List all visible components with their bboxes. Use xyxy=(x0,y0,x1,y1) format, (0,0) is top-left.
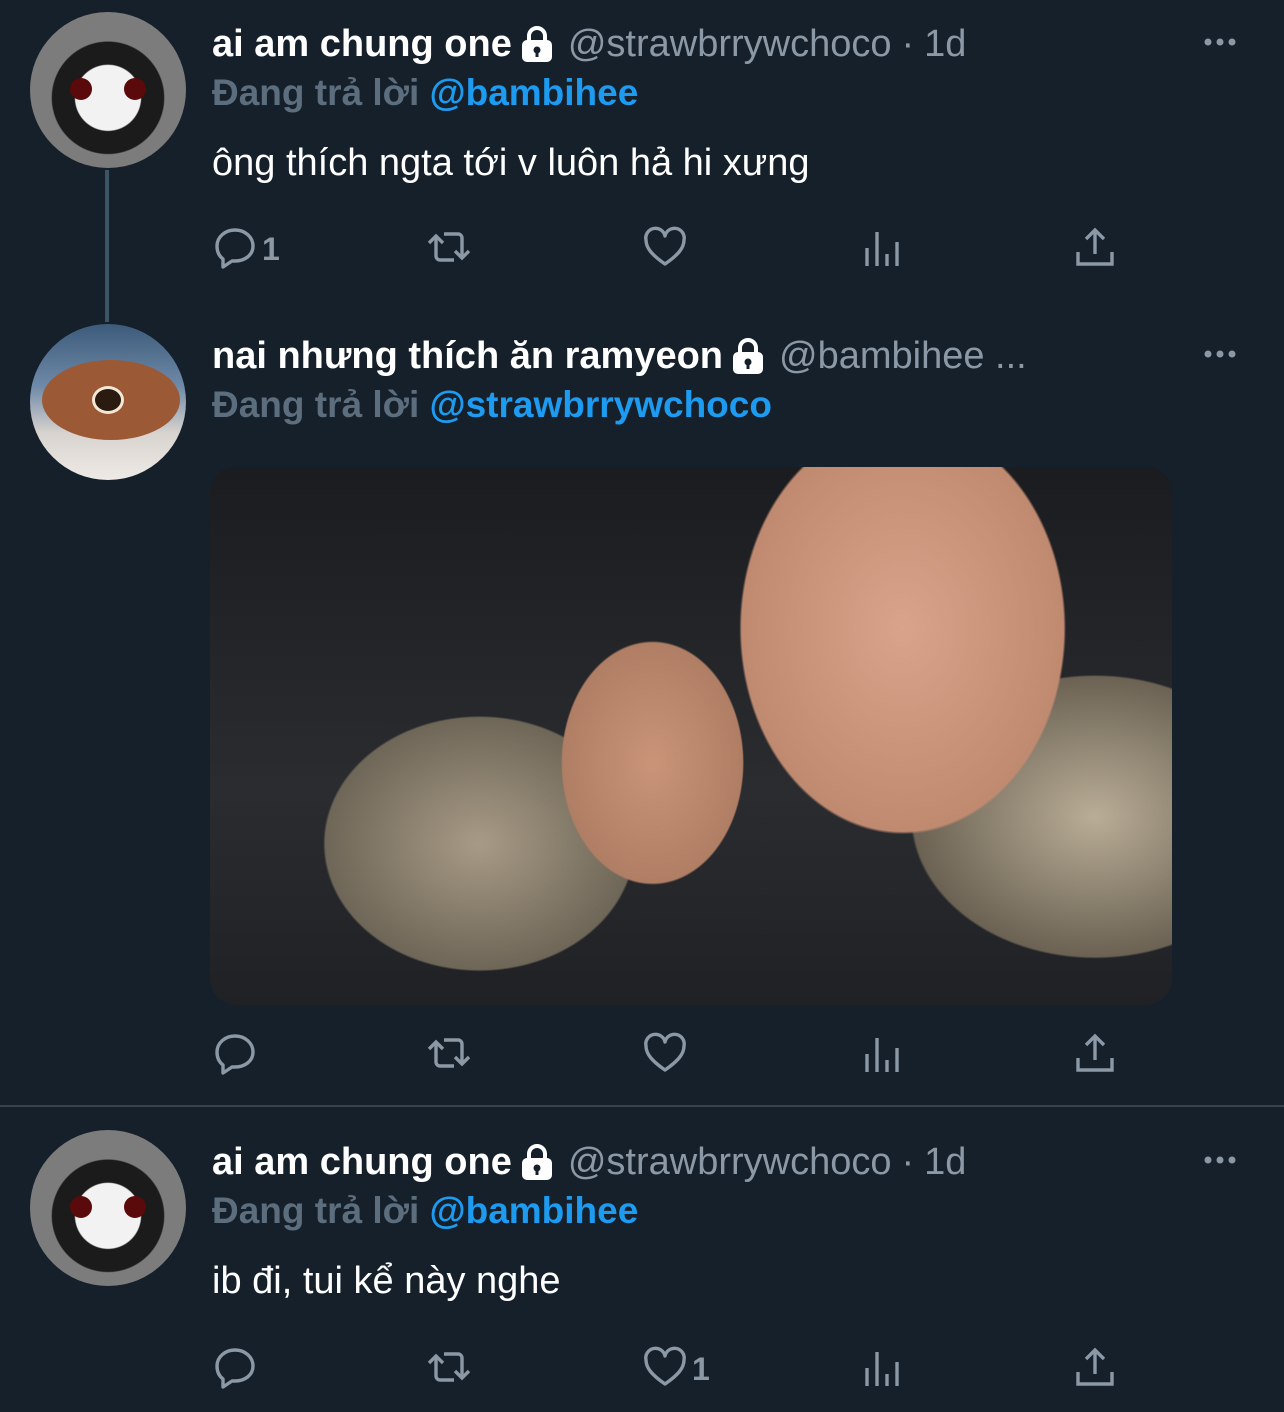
reply-icon xyxy=(212,1030,258,1081)
avatar-eye xyxy=(124,78,146,100)
reply-icon xyxy=(212,224,258,275)
retweet-icon xyxy=(426,1344,472,1395)
reply-label: Đang trả lời xyxy=(212,72,420,113)
action-bar xyxy=(212,1030,1172,1080)
analytics-icon xyxy=(858,224,904,275)
like-icon xyxy=(642,1344,688,1395)
avatar-eye xyxy=(70,78,92,100)
analytics-button[interactable] xyxy=(858,1344,904,1394)
handle[interactable]: @bambihee ... xyxy=(779,335,1027,378)
tweet-photo[interactable] xyxy=(210,467,1172,1005)
analytics-icon xyxy=(858,1344,904,1395)
retweet-icon xyxy=(426,1030,472,1081)
reply-context: Đang trả lời @bambihee xyxy=(212,1190,638,1232)
reply-icon xyxy=(212,1344,258,1395)
handle[interactable]: @strawbrrywchoco xyxy=(568,1141,892,1184)
reply-label: Đang trả lời xyxy=(212,1190,420,1231)
divider xyxy=(0,1105,1284,1107)
lock-icon xyxy=(520,1142,554,1182)
action-bar: 1 xyxy=(212,224,1172,274)
reply-context: Đang trả lời @strawbrrywchoco xyxy=(212,384,772,426)
reply-mention[interactable]: @strawbrrywchoco xyxy=(430,384,772,425)
separator: · xyxy=(901,22,915,65)
avatar-eye xyxy=(92,386,124,414)
avatar[interactable] xyxy=(30,324,186,480)
retweet-button[interactable] xyxy=(426,1030,472,1080)
share-button[interactable] xyxy=(1072,224,1118,274)
avatar-eye xyxy=(124,1196,146,1218)
lock-icon xyxy=(520,24,554,64)
more-icon[interactable] xyxy=(1200,334,1240,374)
analytics-button[interactable] xyxy=(858,224,904,274)
more-icon[interactable] xyxy=(1200,22,1240,62)
separator: · xyxy=(901,1140,915,1183)
like-button[interactable] xyxy=(642,1030,688,1080)
tweet-text: ông thích ngta tới v luôn hả hi xưng xyxy=(212,142,810,184)
reply-button[interactable] xyxy=(212,1344,262,1394)
avatar[interactable] xyxy=(30,12,186,168)
retweet-button[interactable] xyxy=(426,224,472,274)
tweet-1[interactable]: ai am chung one @strawbrrywchoco · 1d Đa… xyxy=(0,0,1284,300)
like-button[interactable]: 1 xyxy=(642,1344,710,1394)
like-button[interactable] xyxy=(642,224,688,274)
reply-context: Đang trả lời @bambihee xyxy=(212,72,638,114)
reply-label: Đang trả lời xyxy=(212,384,420,425)
share-icon xyxy=(1072,224,1118,275)
avatar[interactable] xyxy=(30,1130,186,1286)
display-name[interactable]: ai am chung one xyxy=(212,23,512,66)
share-icon xyxy=(1072,1030,1118,1081)
analytics-button[interactable] xyxy=(858,1030,904,1080)
retweet-icon xyxy=(426,224,472,275)
share-icon xyxy=(1072,1344,1118,1395)
analytics-icon xyxy=(858,1030,904,1081)
tweet-3[interactable]: ai am chung one @strawbrrywchoco · 1d Đa… xyxy=(0,1118,1284,1412)
lock-icon xyxy=(731,336,765,376)
display-name[interactable]: nai nhưng thích ăn ramyeon xyxy=(212,335,723,378)
timestamp[interactable]: 1d xyxy=(924,23,966,66)
timestamp[interactable]: 1d xyxy=(924,1141,966,1184)
share-button[interactable] xyxy=(1072,1344,1118,1394)
handle[interactable]: @strawbrrywchoco xyxy=(568,23,892,66)
display-name[interactable]: ai am chung one xyxy=(212,1141,512,1184)
action-bar: 1 xyxy=(212,1344,1172,1394)
tweet-text: ib đi, tui kể này nghe xyxy=(212,1260,561,1302)
reply-mention[interactable]: @bambihee xyxy=(430,1190,639,1231)
share-button[interactable] xyxy=(1072,1030,1118,1080)
more-icon[interactable] xyxy=(1200,1140,1240,1180)
like-icon xyxy=(642,1030,688,1081)
like-icon xyxy=(642,224,688,275)
like-count: 1 xyxy=(692,1350,710,1387)
avatar-eye xyxy=(70,1196,92,1218)
reply-button[interactable]: 1 xyxy=(212,224,280,274)
reply-mention[interactable]: @bambihee xyxy=(430,72,639,113)
reply-count: 1 xyxy=(262,230,280,267)
reply-button[interactable] xyxy=(212,1030,262,1080)
retweet-button[interactable] xyxy=(426,1344,472,1394)
